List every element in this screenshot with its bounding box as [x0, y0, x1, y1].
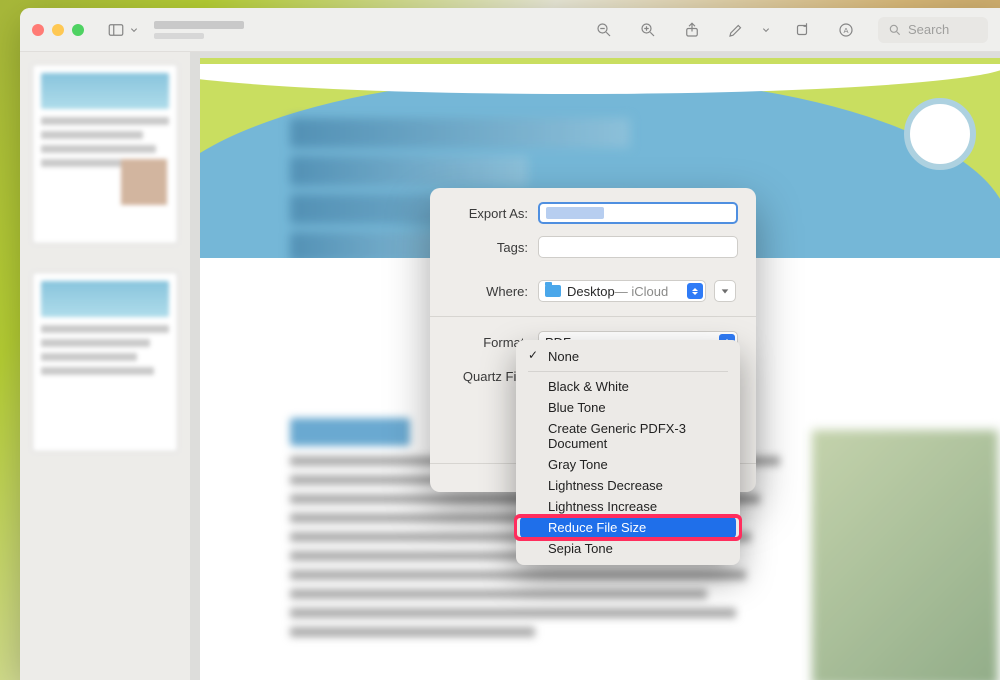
close-window-button[interactable]: [32, 24, 44, 36]
search-icon: [888, 23, 902, 37]
tags-field[interactable]: [538, 236, 738, 258]
minimize-window-button[interactable]: [52, 24, 64, 36]
quartz-filter-menu: None Black & WhiteBlue ToneCreate Generic…: [516, 340, 740, 565]
where-label: Where:: [448, 284, 538, 299]
export-as-label: Export As:: [448, 206, 538, 221]
search-field[interactable]: Search: [878, 17, 988, 43]
where-cloud-suffix: — iCloud: [615, 284, 668, 299]
brand-logo: [904, 98, 976, 170]
quartz-filter-option[interactable]: Black & White: [520, 376, 736, 397]
zoom-out-button[interactable]: [592, 18, 616, 42]
highlight-button[interactable]: A: [834, 18, 858, 42]
tags-label: Tags:: [448, 240, 538, 255]
search-placeholder: Search: [908, 22, 949, 37]
updown-arrows-icon: [687, 283, 703, 299]
share-button[interactable]: [680, 18, 704, 42]
folder-icon: [545, 285, 561, 297]
expand-save-dialog-button[interactable]: [714, 280, 736, 302]
where-folder-name: Desktop: [567, 284, 615, 299]
svg-text:A: A: [843, 26, 848, 35]
quartz-filter-option[interactable]: Lightness Decrease: [520, 475, 736, 496]
rotate-button[interactable]: [790, 18, 814, 42]
page-thumbnail[interactable]: [32, 64, 178, 244]
export-filename-field[interactable]: [538, 202, 738, 224]
markup-button[interactable]: [724, 18, 748, 42]
markup-menu-chevron-icon[interactable]: [762, 18, 770, 42]
sidebar-menu-chevron-icon[interactable]: [130, 18, 138, 42]
quartz-filter-option[interactable]: Create Generic PDFX-3 Document: [520, 418, 736, 454]
window-controls: [32, 24, 84, 36]
sidebar-toggle-button[interactable]: [104, 18, 128, 42]
page-thumbnail[interactable]: [32, 272, 178, 452]
thumbnail-sidebar[interactable]: [20, 52, 190, 680]
quartz-filter-option[interactable]: Reduce File Size: [520, 517, 736, 538]
quartz-filter-option[interactable]: Lightness Increase: [520, 496, 736, 517]
toolbar-actions: A Search: [592, 17, 988, 43]
zoom-window-button[interactable]: [72, 24, 84, 36]
quartz-filter-option[interactable]: Blue Tone: [520, 397, 736, 418]
titlebar: A Search: [20, 8, 1000, 52]
quartz-filter-option[interactable]: Sepia Tone: [520, 538, 736, 559]
where-popup[interactable]: Desktop — iCloud: [538, 280, 706, 302]
document-title: [154, 21, 244, 39]
quartz-filter-option[interactable]: Gray Tone: [520, 454, 736, 475]
document-photo: [810, 428, 1000, 680]
zoom-in-button[interactable]: [636, 18, 660, 42]
quartz-filter-option[interactable]: None: [520, 346, 736, 367]
